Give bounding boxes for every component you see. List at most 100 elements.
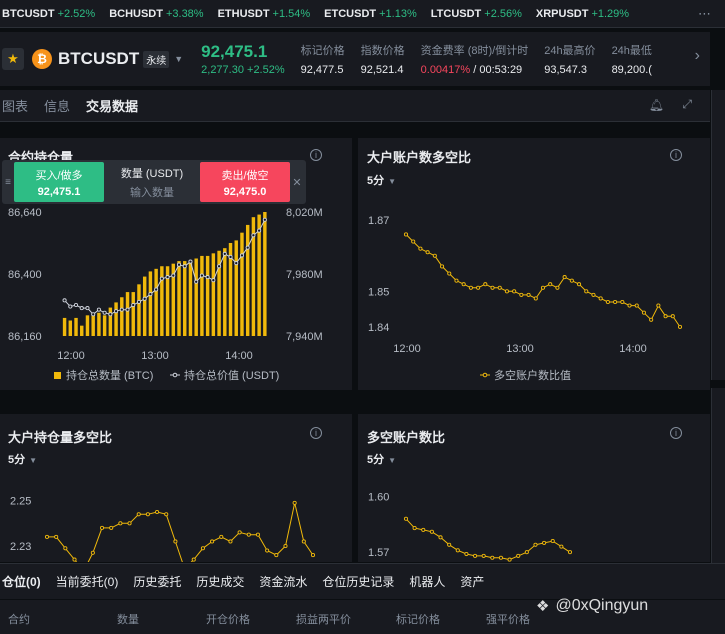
data-point [211,278,216,283]
data-point [200,546,205,551]
tab-order-history[interactable]: 历史委托 [133,573,181,590]
symbol-name[interactable]: BTCUSDT [58,49,139,69]
legend-swatch-dot [482,372,488,378]
data-point [438,535,443,540]
ticker-item[interactable]: LTCUSDT +2.56% [431,8,522,20]
tab-positions[interactable]: 仓位(0) [2,573,41,590]
buy-label: 买入/做多 [35,169,83,182]
panel-long-short-accounts: 多空账户数比 i 5分 ▼ 1.60 1.57 [358,414,710,562]
data-point [584,289,589,294]
x-tick-label: 12:00 [393,343,421,355]
bar [97,312,101,336]
buy-long-button[interactable]: 买入/做多 92,475.1 [14,162,104,202]
close-icon[interactable]: ✕ [290,176,304,189]
data-point [432,253,437,258]
bar [211,253,216,336]
tab-trading-data[interactable]: 交易数据 [84,96,138,115]
data-point [620,299,625,305]
data-point [455,548,460,553]
bar [74,317,78,336]
data-point [251,233,256,238]
data-point [504,289,509,294]
ticker-item[interactable]: BCHUSDT +3.38% [109,8,203,20]
data-point [403,232,409,237]
drag-handle-icon[interactable]: ≡ [2,177,14,188]
legend-label: 持仓总数量 (BTC) [66,368,153,382]
ticker-change: +2.56% [484,7,522,20]
bar [102,315,107,336]
stat-24h-high: 24h最高价 93,547.3 [544,42,595,76]
tab-assets[interactable]: 资产 [460,573,484,590]
watermark: ❖ @0xQingyun [536,597,648,615]
data-point [199,273,204,278]
bar [245,224,250,336]
y-tick-label: 8,020M [286,207,323,219]
chevron-down-icon[interactable]: ▼ [174,54,183,64]
tab-position-history[interactable]: 仓位历史记录 [322,573,394,590]
more-icon[interactable]: ⋯ [698,6,711,22]
y-tick-label: 86,400 [8,269,42,281]
bar [80,325,84,336]
chevron-right-icon[interactable]: › [695,47,700,65]
tab-open-orders[interactable]: 当前委托(0) [56,573,119,590]
ticker-change: +2.52% [57,7,96,20]
bar [188,261,193,336]
y-tick-label: 1.87 [368,215,389,227]
data-point [90,550,95,555]
ticker-item[interactable]: ETCUSDT +1.13% [324,8,417,20]
data-point [136,299,142,304]
sell-short-button[interactable]: 卖出/做空 92,475.0 [200,162,290,202]
ticker-list: BTCUSDT +2.52% BCHUSDT +3.38% ETHUSDT +1.54% E… [2,8,643,20]
expand-icon[interactable]: ⤢ [682,97,692,112]
data-point [63,546,68,551]
data-point [68,304,73,309]
data-point [555,285,560,290]
data-point [533,542,538,547]
ticker-item[interactable]: ETHUSDT +1.54% [218,8,311,20]
data-point [155,509,160,515]
sell-label: 卖出/做空 [221,169,269,182]
stat-label: 指数价格 [360,45,405,57]
legend-label: 多空账户数比值 [494,368,571,382]
data-point [119,307,124,312]
data-point [490,285,495,290]
long-short-accounts-chart: 1.60 1.57 [368,492,573,562]
data-point [559,544,564,549]
tab-trade-history[interactable]: 历史成交 [196,573,244,590]
bar [200,255,204,336]
ticker-item[interactable]: BTCUSDT +2.52% [2,8,95,20]
quick-trade-popup: ≡ 买入/做多 92,475.1 数量 (USDT) 输入数量 卖出/做空 92… [2,160,306,204]
data-point [274,553,279,558]
y-tick-label: 86,640 [8,207,42,219]
data-point [425,250,430,255]
bar [263,212,267,336]
tab-chart[interactable]: 图表 [0,96,28,115]
legend-label: 持仓总价值 (USDT) [184,368,279,382]
data-point [96,307,101,312]
quantity-input[interactable]: 数量 (USDT) 输入数量 [104,162,200,202]
symbol-header: ★ ₿ BTCUSDT 永续 ▼ 92,475.1 2,277.30 +2.52… [0,32,710,86]
data-point [245,245,250,250]
data-point [454,278,459,283]
bar [142,276,147,336]
data-point [173,539,178,544]
bell-icon[interactable]: 🔔︎ [649,98,664,112]
tab-info[interactable]: 信息 [42,96,70,115]
data-point [440,264,445,269]
stat-label: 资金费率 (8时)/倒计时 [420,45,529,57]
side-panel-edge [711,90,725,380]
tab-transactions[interactable]: 资金流水 [259,573,307,590]
data-point [73,302,79,308]
ticker-item[interactable]: XRPUSDT +1.29% [536,8,629,20]
data-point [171,273,176,278]
ticker-change: +1.13% [379,7,417,20]
data-point [194,279,199,284]
data-point [577,282,582,287]
diamond-logo-icon: ❖ [536,598,550,615]
stat-value: 0.00417% / 00:53:29 [421,64,529,76]
y-tick-label: 1.60 [368,492,389,504]
favorite-star-icon[interactable]: ★ [2,48,24,70]
tab-bots[interactable]: 机器人 [409,573,445,590]
data-point [461,282,466,287]
y-tick-label: 7,980M [286,269,323,281]
